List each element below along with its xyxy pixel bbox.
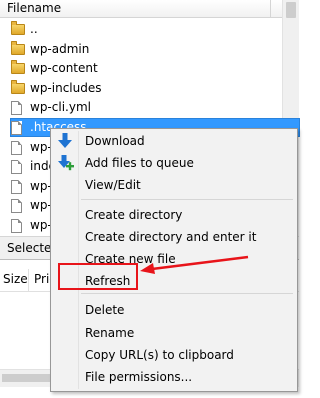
file-icon xyxy=(11,218,22,233)
menu-item-copy-urls[interactable]: Copy URL(s) to clipboard xyxy=(85,348,234,362)
filename-column-label: Filename xyxy=(7,1,62,15)
file-icon xyxy=(11,120,22,135)
filename-column-header[interactable]: Filename xyxy=(0,0,282,18)
file-row-wp-admin[interactable]: wp-admin xyxy=(0,40,282,60)
file-row-wp-cli[interactable]: wp-cli.yml xyxy=(0,98,282,118)
file-name: wp- xyxy=(30,198,52,213)
menu-icon-gutter xyxy=(78,131,79,389)
folder-icon xyxy=(11,79,25,94)
file-icon xyxy=(11,199,22,214)
file-name: wp-admin xyxy=(30,41,90,56)
menu-divider xyxy=(81,293,293,294)
file-name: wp- xyxy=(30,178,52,193)
folder-icon xyxy=(11,40,25,55)
menu-item-download[interactable]: Download xyxy=(85,134,145,148)
file-icon xyxy=(11,101,22,116)
menu-item-create-directory[interactable]: Create directory xyxy=(85,208,182,222)
file-name: .. xyxy=(30,22,38,36)
menu-item-file-permissions[interactable]: File permissions... xyxy=(85,370,192,384)
folder-icon xyxy=(11,60,25,75)
column-separator[interactable] xyxy=(28,269,29,291)
menu-item-refresh[interactable]: Refresh xyxy=(85,274,130,288)
file-row-wp-includes[interactable]: wp-includes xyxy=(0,79,282,99)
folder-icon xyxy=(11,21,25,35)
menu-item-create-new-file[interactable]: Create new file xyxy=(85,252,176,266)
menu-item-view-edit[interactable]: View/Edit xyxy=(85,178,141,192)
download-icon xyxy=(58,133,72,149)
menu-item-delete[interactable]: Delete xyxy=(85,303,124,317)
file-name: wp-cli.yml xyxy=(30,100,91,115)
file-name: wp-includes xyxy=(30,80,102,95)
file-row-parent[interactable]: .. xyxy=(0,20,282,40)
file-name: wp-content xyxy=(30,61,98,76)
file-row-wp-content[interactable]: wp-content xyxy=(0,59,282,79)
file-name: wp- xyxy=(30,139,52,154)
file-icon xyxy=(11,179,22,194)
size-column-header[interactable]: Size xyxy=(3,272,28,286)
file-name: wp- xyxy=(30,217,52,232)
scrollbar-thumb[interactable] xyxy=(286,2,296,18)
menu-item-add-files-to-queue[interactable]: Add files to queue xyxy=(85,156,194,170)
context-menu: Download Add files to queue View/Edit Cr… xyxy=(50,128,298,392)
file-icon xyxy=(11,140,22,155)
add-to-queue-icon xyxy=(58,155,74,171)
menu-divider xyxy=(81,199,293,200)
menu-item-rename[interactable]: Rename xyxy=(85,326,134,340)
menu-item-create-directory-and-enter[interactable]: Create directory and enter it xyxy=(85,230,256,244)
file-icon xyxy=(11,160,22,175)
column-separator[interactable] xyxy=(270,0,271,17)
